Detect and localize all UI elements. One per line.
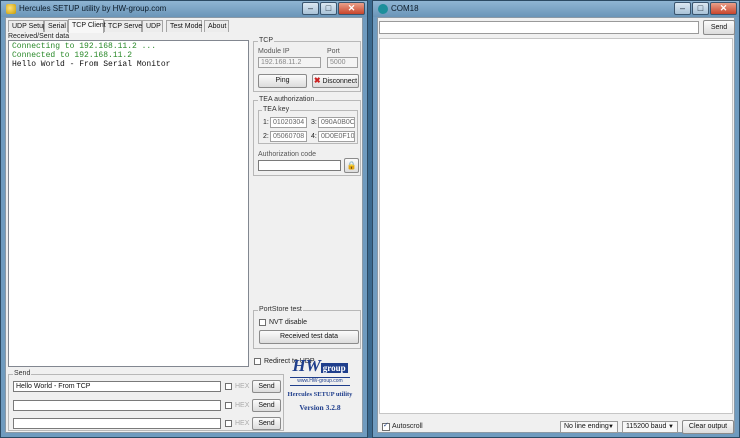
hw-logo-letters: HW	[292, 356, 321, 375]
tab-test-mode[interactable]: Test Mode	[166, 20, 202, 32]
nvt-disable-label: NVT disable	[269, 319, 308, 326]
received-line: Connected to 192.168.11.2	[12, 51, 133, 60]
line-ending-value: No line ending	[564, 423, 609, 430]
send-input-3[interactable]	[13, 418, 221, 429]
tea-key-legend: TEA key	[262, 106, 291, 114]
window-title: Hercules SETUP utility by HW-group.com	[19, 4, 167, 13]
hex-label-1: HEX	[235, 383, 250, 390]
hex-label-3: HEX	[235, 420, 250, 427]
tea-legend: TEA authorization	[258, 96, 316, 104]
tab-tcp-server[interactable]: TCP Server	[104, 20, 144, 32]
tea-key-1-label: 1:	[263, 119, 269, 126]
module-ip-label: Module IP	[258, 48, 290, 55]
tab-udp[interactable]: UDP	[142, 20, 163, 32]
send-input-2[interactable]	[13, 400, 221, 411]
tea-key-4-field[interactable]: 0D0E0F10	[318, 131, 355, 142]
port-label: Port	[327, 48, 340, 55]
port-field[interactable]: 5000	[327, 57, 358, 68]
close-button[interactable]: ✕	[710, 2, 737, 15]
autoscroll-checkbox[interactable]	[382, 421, 390, 431]
received-test-data-button[interactable]: Received test data	[259, 330, 359, 344]
serial-input[interactable]	[379, 21, 699, 34]
lock-icon[interactable]: 🔒	[344, 158, 359, 173]
tcp-group: TCP Module IP 192.168.11.2 Port 5000 Pin…	[253, 37, 361, 92]
maximize-button[interactable]: □	[692, 2, 709, 15]
hercules-app-icon	[6, 4, 16, 14]
tea-key-2-field[interactable]: 05060708	[270, 131, 307, 142]
serial-monitor-title: COM18	[391, 4, 419, 13]
disconnect-button[interactable]: ✖ Disconnect	[312, 74, 359, 88]
baud-rate-value: 115200 baud	[626, 423, 667, 430]
maximize-button[interactable]: □	[320, 2, 337, 15]
hex-checkbox-3[interactable]	[225, 420, 232, 427]
hw-group-logo[interactable]: HW group www.HW-group.com Hercules SETUP …	[284, 355, 356, 427]
hex-checkbox-2[interactable]	[225, 402, 232, 409]
authorization-code-input[interactable]	[258, 160, 341, 171]
hw-logo-mark: HW group	[284, 357, 356, 377]
hw-logo-url: www.HW-group.com	[290, 377, 350, 386]
nvt-disable-checkbox[interactable]	[259, 319, 266, 326]
minimize-button[interactable]: –	[302, 2, 319, 15]
authorization-code-label: Authorization code	[258, 151, 316, 158]
hercules-titlebar[interactable]: Hercules SETUP utility by HW-group.com –…	[1, 1, 367, 17]
chevron-down-icon: ▼	[608, 424, 614, 430]
hw-logo-version: Version 3.2.8	[299, 403, 341, 412]
chevron-down-icon: ▼	[668, 424, 674, 430]
tea-key-group: TEA key 1: 01020304 3: 090A0B0C 2: 05060…	[258, 106, 358, 144]
ping-button[interactable]: Ping	[258, 74, 307, 88]
send-input-1[interactable]: Hello World - From TCP	[13, 381, 221, 392]
received-line: Hello World - From Serial Monitor	[12, 60, 171, 69]
line-ending-select[interactable]: No line ending ▼	[560, 421, 618, 433]
minimize-button[interactable]: –	[674, 2, 691, 15]
received-line: Connecting to 192.168.11.2 ...	[12, 42, 157, 51]
tab-serial[interactable]: Serial	[44, 20, 68, 32]
send-legend: Send	[13, 370, 32, 378]
tab-tcp-client[interactable]: TCP Client	[68, 19, 106, 33]
arduino-app-icon	[378, 4, 388, 14]
redirect-to-udp-checkbox[interactable]	[254, 358, 261, 365]
hw-logo-group: group	[320, 363, 348, 373]
send-button-3[interactable]: Send	[252, 417, 281, 430]
hex-checkbox-1[interactable]	[225, 383, 232, 390]
module-ip-field[interactable]: 192.168.11.2	[258, 57, 321, 68]
tea-key-3-label: 3:	[311, 119, 317, 126]
tab-about[interactable]: About	[204, 20, 229, 32]
hercules-window: Hercules SETUP utility by HW-group.com –…	[0, 0, 368, 438]
baud-rate-select[interactable]: 115200 baud ▼	[622, 421, 678, 433]
tea-authorization-group: TEA authorization TEA key 1: 01020304 3:…	[253, 96, 361, 176]
hw-logo-product: Hercules SETUP utility	[287, 391, 353, 398]
send-button-2[interactable]: Send	[252, 399, 281, 412]
portstore-legend: PortStore test	[258, 306, 303, 314]
send-button-1[interactable]: Send	[252, 380, 281, 393]
send-group: Send Hello World - From TCP HEX Send HEX…	[8, 370, 284, 431]
close-button[interactable]: ✕	[338, 2, 365, 15]
tea-key-2-label: 2:	[263, 133, 269, 140]
clear-output-button[interactable]: Clear output	[682, 420, 734, 434]
tea-key-3-field[interactable]: 090A0B0C	[318, 117, 355, 128]
tea-key-1-field[interactable]: 01020304	[270, 117, 307, 128]
received-data-area[interactable]: Connecting to 192.168.11.2 ... Connected…	[8, 40, 249, 367]
serial-monitor-window: COM18 – □ ✕ Send Autoscroll No line endi…	[372, 0, 740, 438]
disconnect-label: Disconnect	[322, 78, 358, 85]
autoscroll-label: Autoscroll	[392, 423, 423, 430]
tab-udp-setup[interactable]: UDP Setup	[8, 20, 47, 32]
serial-monitor-client: Send Autoscroll No line ending ▼ 115200 …	[377, 17, 735, 434]
serial-send-button[interactable]: Send	[703, 20, 735, 35]
tea-key-4-label: 4:	[311, 133, 317, 140]
portstore-test-group: PortStore test NVT disable Received test…	[253, 306, 361, 349]
serial-output-area[interactable]	[379, 38, 733, 414]
serial-monitor-titlebar[interactable]: COM18 – □ ✕	[373, 1, 739, 17]
tcp-legend: TCP	[258, 37, 274, 45]
disconnect-x-icon: ✖	[313, 76, 321, 85]
hex-label-2: HEX	[235, 402, 250, 409]
